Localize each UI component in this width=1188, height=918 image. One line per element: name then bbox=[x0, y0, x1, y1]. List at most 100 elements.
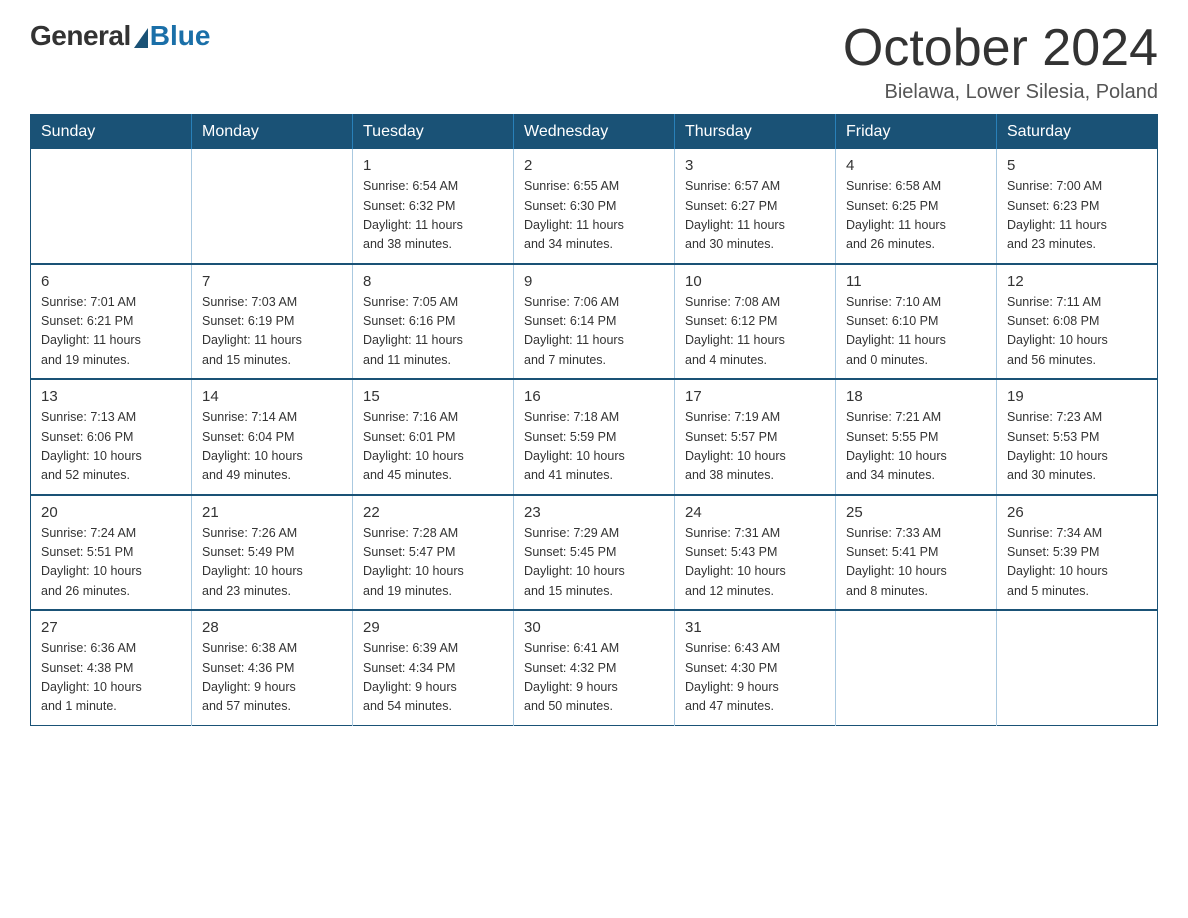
day-number: 19 bbox=[1007, 388, 1147, 405]
location-label: Bielawa, Lower Silesia, Poland bbox=[843, 81, 1158, 104]
calendar-cell-3-5: 17 Sunrise: 7:19 AM Sunset: 5:57 PM Dayli… bbox=[675, 379, 836, 495]
logo-blue-text: Blue bbox=[150, 20, 211, 52]
calendar-cell-2-4: 9 Sunrise: 7:06 AM Sunset: 6:14 PM Daylig… bbox=[514, 264, 675, 380]
calendar-header-monday: Monday bbox=[192, 115, 353, 150]
calendar-header-friday: Friday bbox=[836, 115, 997, 150]
day-info: Sunrise: 7:18 AM Sunset: 5:59 PM Dayligh… bbox=[524, 408, 664, 486]
logo-triangle-icon bbox=[134, 28, 148, 48]
day-info: Sunrise: 7:23 AM Sunset: 5:53 PM Dayligh… bbox=[1007, 408, 1147, 486]
calendar-cell-1-7: 5 Sunrise: 7:00 AM Sunset: 6:23 PM Daylig… bbox=[997, 149, 1158, 264]
day-info: Sunrise: 7:33 AM Sunset: 5:41 PM Dayligh… bbox=[846, 524, 986, 602]
day-info: Sunrise: 7:06 AM Sunset: 6:14 PM Dayligh… bbox=[524, 293, 664, 371]
day-info: Sunrise: 7:08 AM Sunset: 6:12 PM Dayligh… bbox=[685, 293, 825, 371]
calendar-cell-1-5: 3Sunrise: 6:57 AM Sunset: 6:27 PM Daylig… bbox=[675, 149, 836, 264]
day-number: 22 bbox=[363, 504, 503, 521]
day-number: 26 bbox=[1007, 504, 1147, 521]
day-info: Sunrise: 7:10 AM Sunset: 6:10 PM Dayligh… bbox=[846, 293, 986, 371]
month-title: October 2024 bbox=[843, 20, 1158, 77]
day-number: 21 bbox=[202, 504, 342, 521]
calendar-cell-1-4: 2Sunrise: 6:55 AM Sunset: 6:30 PM Daylig… bbox=[514, 149, 675, 264]
day-number: 18 bbox=[846, 388, 986, 405]
calendar-table: SundayMondayTuesdayWednesdayThursdayFrid… bbox=[30, 114, 1158, 726]
day-number: 9 bbox=[524, 273, 664, 290]
day-info: Sunrise: 7:03 AM Sunset: 6:19 PM Dayligh… bbox=[202, 293, 342, 371]
day-number: 16 bbox=[524, 388, 664, 405]
calendar-cell-3-1: 13 Sunrise: 7:13 AM Sunset: 6:06 PM Dayli… bbox=[31, 379, 192, 495]
calendar-cell-2-7: 12 Sunrise: 7:11 AM Sunset: 6:08 PM Dayli… bbox=[997, 264, 1158, 380]
day-info: Sunrise: 7:31 AM Sunset: 5:43 PM Dayligh… bbox=[685, 524, 825, 602]
calendar-cell-4-4: 23Sunrise: 7:29 AM Sunset: 5:45 PM Dayli… bbox=[514, 495, 675, 611]
day-number: 10 bbox=[685, 273, 825, 290]
calendar-cell-3-4: 16 Sunrise: 7:18 AM Sunset: 5:59 PM Dayli… bbox=[514, 379, 675, 495]
page-header: General Blue October 2024 Bielawa, Lower… bbox=[30, 20, 1158, 104]
day-number: 27 bbox=[41, 619, 181, 636]
calendar-cell-1-2 bbox=[192, 149, 353, 264]
day-number: 13 bbox=[41, 388, 181, 405]
calendar-header-saturday: Saturday bbox=[997, 115, 1158, 150]
day-number: 15 bbox=[363, 388, 503, 405]
day-info: Sunrise: 6:54 AM Sunset: 6:32 PM Dayligh… bbox=[363, 177, 503, 255]
calendar-cell-4-3: 22Sunrise: 7:28 AM Sunset: 5:47 PM Dayli… bbox=[353, 495, 514, 611]
day-number: 30 bbox=[524, 619, 664, 636]
calendar-cell-2-3: 8Sunrise: 7:05 AM Sunset: 6:16 PM Daylig… bbox=[353, 264, 514, 380]
day-number: 20 bbox=[41, 504, 181, 521]
day-info: Sunrise: 7:14 AM Sunset: 6:04 PM Dayligh… bbox=[202, 408, 342, 486]
day-number: 24 bbox=[685, 504, 825, 521]
day-info: Sunrise: 7:01 AM Sunset: 6:21 PM Dayligh… bbox=[41, 293, 181, 371]
day-number: 14 bbox=[202, 388, 342, 405]
calendar-cell-5-2: 28 Sunrise: 6:38 AM Sunset: 4:36 PM Dayli… bbox=[192, 610, 353, 725]
calendar-header-sunday: Sunday bbox=[31, 115, 192, 150]
day-info: Sunrise: 7:21 AM Sunset: 5:55 PM Dayligh… bbox=[846, 408, 986, 486]
day-number: 3 bbox=[685, 157, 825, 174]
day-number: 7 bbox=[202, 273, 342, 290]
day-info: Sunrise: 6:38 AM Sunset: 4:36 PM Dayligh… bbox=[202, 639, 342, 717]
logo: General Blue bbox=[30, 20, 210, 52]
day-number: 29 bbox=[363, 619, 503, 636]
day-number: 2 bbox=[524, 157, 664, 174]
day-number: 5 bbox=[1007, 157, 1147, 174]
day-info: Sunrise: 6:58 AM Sunset: 6:25 PM Dayligh… bbox=[846, 177, 986, 255]
day-info: Sunrise: 7:13 AM Sunset: 6:06 PM Dayligh… bbox=[41, 408, 181, 486]
day-number: 12 bbox=[1007, 273, 1147, 290]
calendar-cell-1-3: 1Sunrise: 6:54 AM Sunset: 6:32 PM Daylig… bbox=[353, 149, 514, 264]
day-info: Sunrise: 7:24 AM Sunset: 5:51 PM Dayligh… bbox=[41, 524, 181, 602]
calendar-cell-2-2: 7 Sunrise: 7:03 AM Sunset: 6:19 PM Daylig… bbox=[192, 264, 353, 380]
day-number: 23 bbox=[524, 504, 664, 521]
day-info: Sunrise: 7:26 AM Sunset: 5:49 PM Dayligh… bbox=[202, 524, 342, 602]
calendar-cell-4-6: 25 Sunrise: 7:33 AM Sunset: 5:41 PM Dayli… bbox=[836, 495, 997, 611]
calendar-header-row: SundayMondayTuesdayWednesdayThursdayFrid… bbox=[31, 115, 1158, 150]
calendar-cell-4-1: 20 Sunrise: 7:24 AM Sunset: 5:51 PM Dayli… bbox=[31, 495, 192, 611]
calendar-cell-2-6: 11 Sunrise: 7:10 AM Sunset: 6:10 PM Dayli… bbox=[836, 264, 997, 380]
calendar-cell-5-3: 29Sunrise: 6:39 AM Sunset: 4:34 PM Dayli… bbox=[353, 610, 514, 725]
calendar-cell-5-4: 30 Sunrise: 6:41 AM Sunset: 4:32 PM Dayli… bbox=[514, 610, 675, 725]
calendar-week-3: 13 Sunrise: 7:13 AM Sunset: 6:06 PM Dayli… bbox=[31, 379, 1158, 495]
day-number: 6 bbox=[41, 273, 181, 290]
calendar-week-1: 1Sunrise: 6:54 AM Sunset: 6:32 PM Daylig… bbox=[31, 149, 1158, 264]
day-info: Sunrise: 7:16 AM Sunset: 6:01 PM Dayligh… bbox=[363, 408, 503, 486]
calendar-cell-3-3: 15 Sunrise: 7:16 AM Sunset: 6:01 PM Dayli… bbox=[353, 379, 514, 495]
calendar-header-wednesday: Wednesday bbox=[514, 115, 675, 150]
day-info: Sunrise: 7:00 AM Sunset: 6:23 PM Dayligh… bbox=[1007, 177, 1147, 255]
calendar-cell-4-5: 24 Sunrise: 7:31 AM Sunset: 5:43 PM Dayli… bbox=[675, 495, 836, 611]
calendar-header-thursday: Thursday bbox=[675, 115, 836, 150]
calendar-cell-3-2: 14 Sunrise: 7:14 AM Sunset: 6:04 PM Dayli… bbox=[192, 379, 353, 495]
calendar-header-tuesday: Tuesday bbox=[353, 115, 514, 150]
calendar-week-2: 6 Sunrise: 7:01 AM Sunset: 6:21 PM Daylig… bbox=[31, 264, 1158, 380]
day-info: Sunrise: 7:11 AM Sunset: 6:08 PM Dayligh… bbox=[1007, 293, 1147, 371]
day-number: 28 bbox=[202, 619, 342, 636]
calendar-cell-5-1: 27 Sunrise: 6:36 AM Sunset: 4:38 PM Dayli… bbox=[31, 610, 192, 725]
day-info: Sunrise: 6:36 AM Sunset: 4:38 PM Dayligh… bbox=[41, 639, 181, 717]
day-number: 11 bbox=[846, 273, 986, 290]
calendar-cell-1-1 bbox=[31, 149, 192, 264]
day-number: 25 bbox=[846, 504, 986, 521]
day-info: Sunrise: 6:43 AM Sunset: 4:30 PM Dayligh… bbox=[685, 639, 825, 717]
day-number: 31 bbox=[685, 619, 825, 636]
day-info: Sunrise: 7:19 AM Sunset: 5:57 PM Dayligh… bbox=[685, 408, 825, 486]
calendar-cell-2-1: 6 Sunrise: 7:01 AM Sunset: 6:21 PM Daylig… bbox=[31, 264, 192, 380]
calendar-cell-3-6: 18 Sunrise: 7:21 AM Sunset: 5:55 PM Dayli… bbox=[836, 379, 997, 495]
day-info: Sunrise: 6:41 AM Sunset: 4:32 PM Dayligh… bbox=[524, 639, 664, 717]
day-number: 4 bbox=[846, 157, 986, 174]
day-number: 17 bbox=[685, 388, 825, 405]
calendar-week-5: 27 Sunrise: 6:36 AM Sunset: 4:38 PM Dayli… bbox=[31, 610, 1158, 725]
calendar-cell-2-5: 10 Sunrise: 7:08 AM Sunset: 6:12 PM Dayli… bbox=[675, 264, 836, 380]
